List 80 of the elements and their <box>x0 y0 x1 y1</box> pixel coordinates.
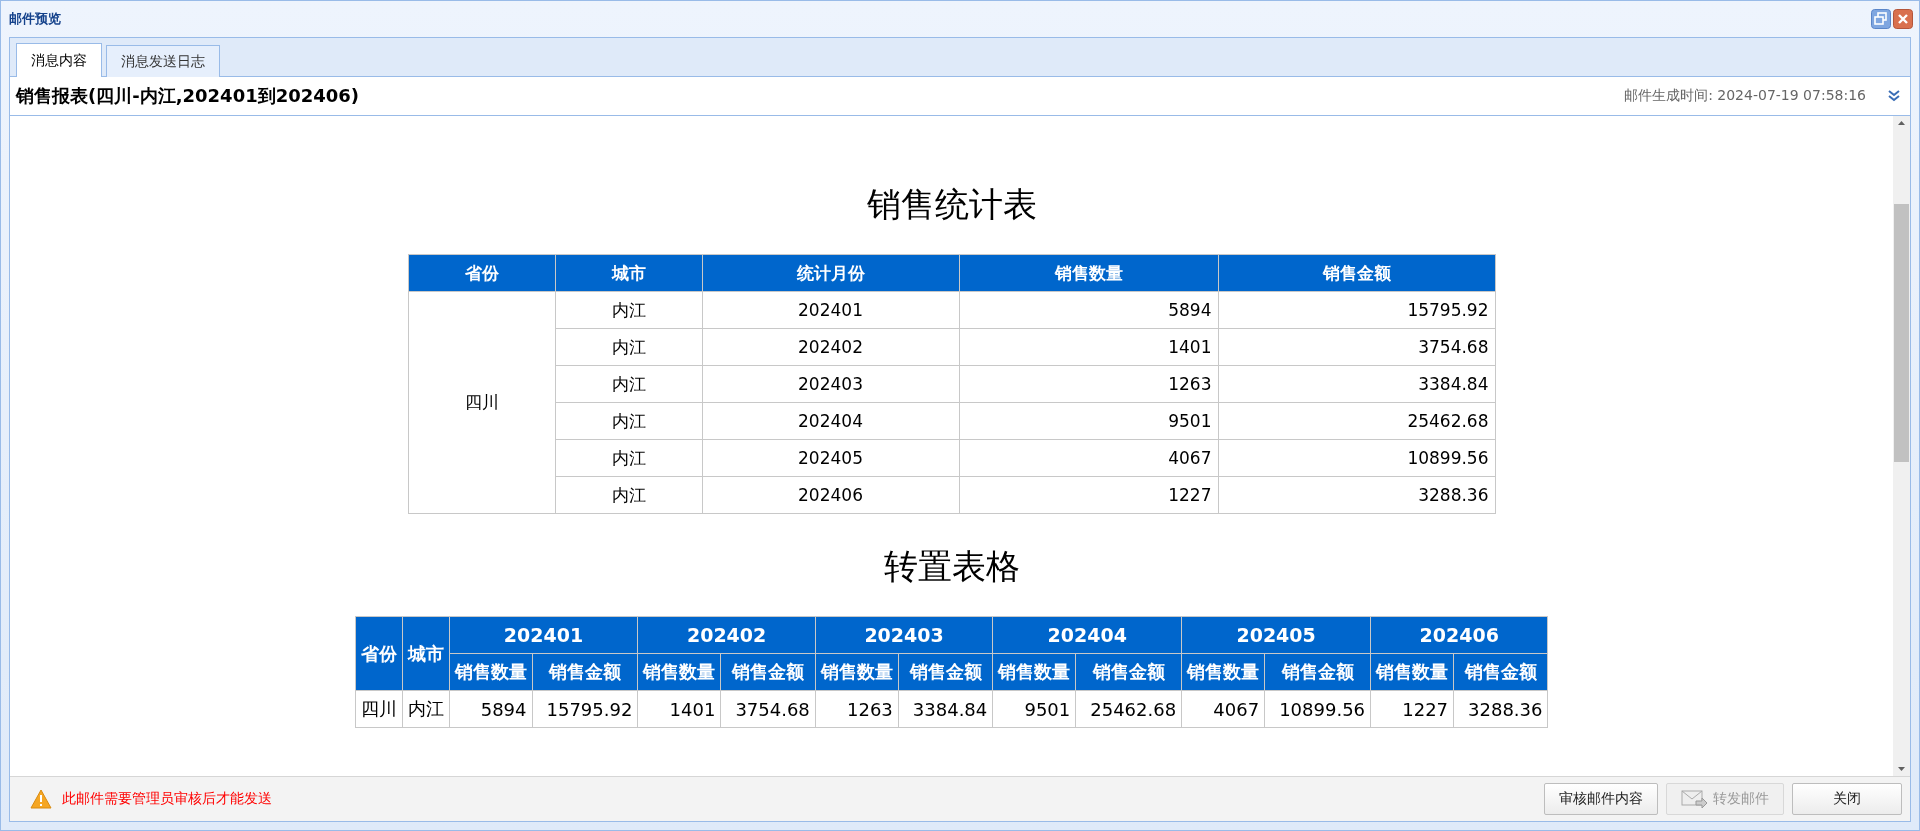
table-cell: 1263 <box>959 365 1218 403</box>
table-cell: 202402 <box>702 328 959 366</box>
column-header: 统计月份 <box>702 254 959 292</box>
column-header: 省份 <box>408 254 555 292</box>
column-header: 销售数量 <box>992 653 1076 691</box>
table-cell: 9501 <box>959 402 1218 440</box>
table-cell: 3384.84 <box>898 690 993 728</box>
generated-time: 邮件生成时间: 2024-07-19 07:58:16 <box>1624 87 1866 105</box>
table-cell: 1401 <box>637 690 721 728</box>
table-cell: 202401 <box>702 291 959 329</box>
warning-message: 此邮件需要管理员审核后才能发送 <box>62 790 272 808</box>
column-header: 销售金额 <box>532 653 638 691</box>
warning-icon <box>30 789 52 809</box>
table-cell: 9501 <box>992 690 1076 728</box>
table-cell: 3384.84 <box>1218 365 1495 403</box>
table-cell: 内江 <box>555 291 702 329</box>
column-header: 销售金额 <box>1264 653 1371 691</box>
table-cell: 202404 <box>702 402 959 440</box>
column-header: 销售数量 <box>449 653 532 691</box>
table-cell: 3288.36 <box>1453 690 1548 728</box>
column-header: 销售数量 <box>815 653 899 691</box>
table-cell: 3754.68 <box>720 690 816 728</box>
column-header: 202405 <box>1181 616 1371 654</box>
column-header: 销售数量 <box>959 254 1218 292</box>
table-cell: 10899.56 <box>1264 690 1371 728</box>
window-title: 邮件预览 <box>9 10 62 28</box>
expand-chevron-icon[interactable] <box>1888 90 1900 102</box>
table-cell: 1227 <box>959 476 1218 514</box>
tab[interactable]: 消息发送日志 <box>106 45 220 77</box>
scrollbar[interactable] <box>1893 116 1910 776</box>
table-cell: 内江 <box>555 365 702 403</box>
table-cell: 1401 <box>959 328 1218 366</box>
column-header: 销售数量 <box>1181 653 1265 691</box>
tab[interactable]: 消息内容 <box>16 43 102 77</box>
table-cell: 25462.68 <box>1218 402 1495 440</box>
email-subject: 销售报表(四川-内江,202401到202406) <box>16 84 361 108</box>
column-header: 销售金额 <box>1218 254 1495 292</box>
column-header: 202404 <box>992 616 1182 654</box>
column-header: 销售金额 <box>1453 653 1548 691</box>
column-header: 销售数量 <box>1370 653 1454 691</box>
column-header: 202403 <box>815 616 993 654</box>
table-cell: 3288.36 <box>1218 476 1495 514</box>
table-cell: 15795.92 <box>1218 291 1495 329</box>
column-header: 销售数量 <box>637 653 721 691</box>
table-title: 销售统计表 <box>866 183 1037 226</box>
table-cell: 15795.92 <box>532 690 638 728</box>
table-cell: 10899.56 <box>1218 439 1495 477</box>
column-header: 销售金额 <box>720 653 816 691</box>
table-cell: 5894 <box>449 690 532 728</box>
restore-icon[interactable] <box>1871 9 1891 29</box>
table-cell: 四川 <box>355 690 402 728</box>
table-cell: 202405 <box>702 439 959 477</box>
table-cell: 1227 <box>1370 690 1454 728</box>
table-cell: 5894 <box>959 291 1218 329</box>
table-cell: 202403 <box>702 365 959 403</box>
table-cell: 内江 <box>555 439 702 477</box>
table-cell: 202406 <box>702 476 959 514</box>
action-button[interactable]: 审核邮件内容 <box>1544 783 1658 815</box>
column-header: 销售金额 <box>898 653 993 691</box>
table-cell: 4067 <box>1181 690 1265 728</box>
table-cell: 内江 <box>555 328 702 366</box>
table-cell: 内江 <box>555 476 702 514</box>
table-cell: 4067 <box>959 439 1218 477</box>
table-cell: 3754.68 <box>1218 328 1495 366</box>
close-icon[interactable] <box>1893 9 1913 29</box>
column-header: 202402 <box>637 616 816 654</box>
column-header: 城市 <box>402 616 449 691</box>
column-header: 202406 <box>1370 616 1548 654</box>
table-title: 转置表格 <box>883 545 1020 588</box>
action-button[interactable]: 关闭 <box>1792 783 1902 815</box>
table-cell: 1263 <box>815 690 899 728</box>
table-cell: 25462.68 <box>1075 690 1182 728</box>
envelope-icon <box>1681 789 1707 809</box>
column-header: 销售金额 <box>1075 653 1182 691</box>
column-header: 202401 <box>449 616 638 654</box>
column-header: 城市 <box>555 254 702 292</box>
table-cell: 内江 <box>402 690 449 728</box>
column-header: 省份 <box>355 616 402 691</box>
table-cell: 四川 <box>408 291 555 514</box>
table-cell: 内江 <box>555 402 702 440</box>
